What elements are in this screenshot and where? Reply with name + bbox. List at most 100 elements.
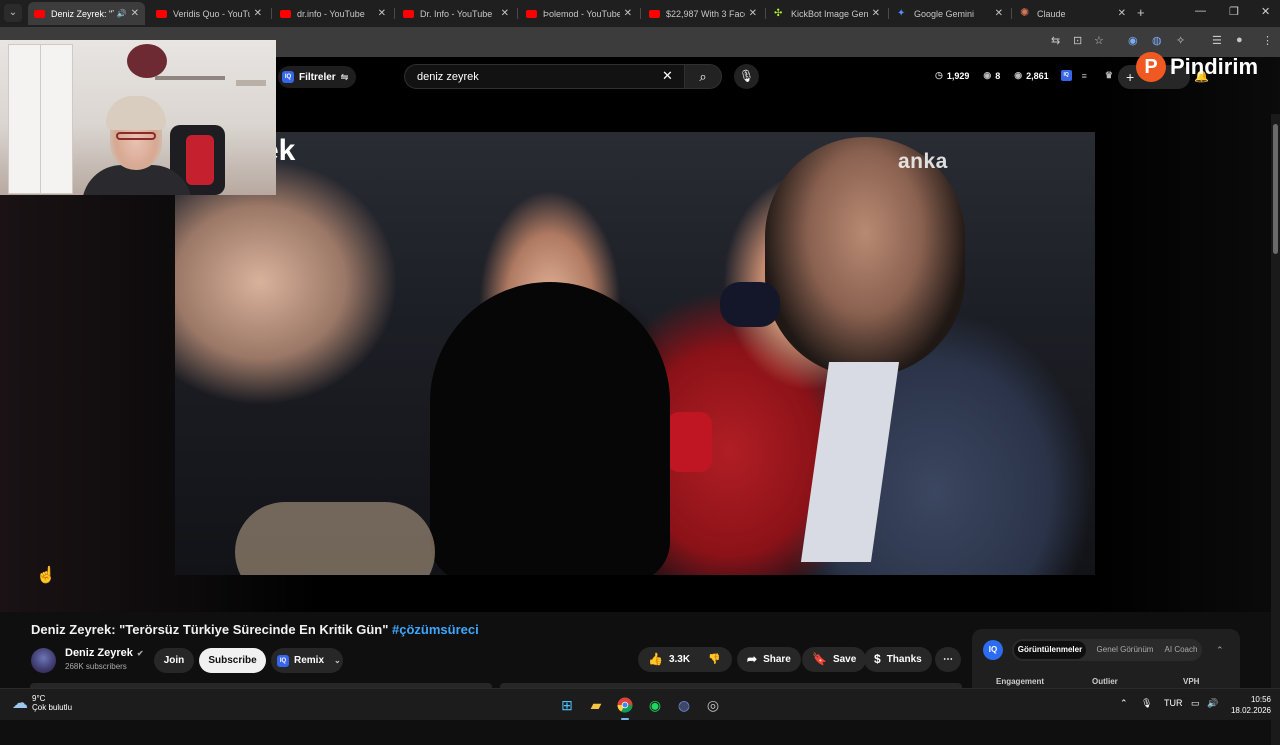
tab-kickbot[interactable]: ✣ KickBot Image Generator ✕	[768, 2, 886, 25]
thanks-button[interactable]: $ Thanks	[864, 647, 932, 672]
like-count: 3.3K	[668, 654, 691, 665]
extension-audio-icon[interactable]: ◉	[1128, 34, 1138, 47]
tab-deniz-zeyrek[interactable]: Deniz Zeyrek: "Te 🔊 ✕	[28, 2, 145, 25]
tab-separator	[1011, 8, 1012, 19]
tab-gemini[interactable]: ✦ Google Gemini ✕	[891, 2, 1009, 25]
close-tab-icon[interactable]: ✕	[378, 8, 386, 19]
iq-col-vph: VPH	[1183, 677, 1200, 686]
install-app-icon[interactable]: ⊡	[1073, 34, 1082, 47]
close-tab-icon[interactable]: ✕	[749, 8, 757, 19]
extensions-puzzle-icon[interactable]: ✧	[1176, 34, 1185, 47]
more-menu-icon[interactable]: ⋮	[1262, 34, 1273, 47]
tab-faceless[interactable]: $22,987 With 3 Faceless ✕	[643, 2, 763, 25]
file-explorer-icon[interactable]: ▰	[585, 694, 607, 716]
weather-description: Çok bulutlu	[32, 703, 73, 712]
tab-separator	[517, 8, 518, 19]
filters-button[interactable]: IQ Filtreler ⇋	[278, 66, 357, 88]
webcam-person-glasses	[116, 132, 156, 140]
microphone-icon: 🎙	[738, 69, 755, 83]
like-button[interactable]: 👍 3.3K 👎	[638, 647, 732, 672]
new-tab-button[interactable]: +	[1137, 5, 1145, 20]
discord-icon[interactable]: ◍	[673, 694, 695, 716]
extension-stats: ◷ 1,929 ◉ 8 ◉ 2,861 IQ ≡ ♛	[935, 70, 1113, 81]
stat-views: 1,929	[946, 70, 970, 81]
iq-logo: IQ	[983, 640, 1003, 660]
video-fur-hood	[235, 502, 435, 575]
trophy-icon[interactable]: ♛	[1105, 70, 1113, 81]
translate-icon[interactable]: ⇆	[1051, 34, 1060, 47]
video-foreground-head	[430, 282, 670, 575]
more-horizontal-icon: ⋯	[943, 654, 953, 665]
iq-tab-views[interactable]: Görüntülenmeler	[1014, 641, 1086, 659]
close-tab-icon[interactable]: ✕	[1118, 8, 1126, 19]
tray-overflow-icon[interactable]: ⌃	[1120, 698, 1128, 709]
volume-icon[interactable]: 🔊	[1207, 698, 1218, 709]
search-button[interactable]: ⌕	[684, 64, 722, 89]
search-icon: ⌕	[699, 69, 707, 84]
minimize-button[interactable]: —	[1195, 5, 1206, 17]
profile-avatar-icon[interactable]: ●	[1236, 34, 1243, 46]
tab-dr-info[interactable]: Dr. Info - YouTube ✕	[397, 2, 515, 25]
reading-list-icon[interactable]: ☰	[1212, 34, 1222, 47]
close-tab-icon[interactable]: ✕	[501, 8, 509, 19]
gemini-icon: ✦	[897, 8, 906, 19]
video-player[interactable]: anka	[175, 132, 1095, 575]
network-icon[interactable]: ▭	[1191, 698, 1200, 709]
close-tab-icon[interactable]: ✕	[624, 8, 632, 19]
thumbs-up-icon: 👍	[648, 652, 663, 666]
bookmark-star-icon[interactable]: ☆	[1094, 34, 1104, 47]
video-red-microphone	[667, 412, 712, 472]
close-tab-icon[interactable]: ✕	[995, 8, 1003, 19]
weather-widget[interactable]: ☁ 9°C Çok bulutlu	[12, 693, 72, 713]
thumbs-down-icon[interactable]: 👎	[708, 647, 720, 672]
iq-mini-icon[interactable]: IQ	[1060, 70, 1072, 81]
video-microphone	[720, 282, 780, 327]
page-scrollbar[interactable]	[1271, 114, 1280, 745]
tab-veridis-quo[interactable]: Veridis Quo - YouTube ✕	[150, 2, 268, 25]
voice-search-button[interactable]: 🎙	[734, 64, 759, 89]
video-hashtag[interactable]: #çözümsüreci	[392, 622, 479, 637]
clear-search-icon[interactable]: ✕	[662, 68, 673, 84]
search-input[interactable]: deniz zeyrek	[404, 64, 684, 89]
extension-circle-icon[interactable]: ◍	[1152, 34, 1162, 47]
pindirim-logo-badge: P	[1136, 52, 1166, 82]
thanks-label: Thanks	[886, 654, 922, 665]
restore-button[interactable]: ❐	[1229, 5, 1239, 18]
iq-col-engagement: Engagement	[996, 677, 1045, 686]
tab-polemod[interactable]: Þolemod - YouTube ✕	[520, 2, 638, 25]
youtube-icon	[156, 9, 167, 18]
close-window-button[interactable]: ✕	[1261, 5, 1270, 18]
eye-icon: ◉	[983, 70, 992, 80]
input-language[interactable]: TUR	[1164, 698, 1183, 708]
obs-icon[interactable]: ◎	[702, 694, 724, 716]
tray-microphone-icon[interactable]: 🎙	[1141, 698, 1152, 709]
start-windows-icon[interactable]: ⊞	[556, 694, 578, 716]
youtube-icon	[280, 9, 291, 18]
clock-icon: ◷	[935, 70, 943, 80]
youtube-icon	[34, 9, 45, 18]
save-button[interactable]: 🔖 Save	[802, 647, 867, 672]
spotify-icon[interactable]: ◉	[644, 694, 666, 716]
clock-time: 10:56	[1250, 695, 1271, 704]
iq-tab-ai-coach[interactable]: AI Coach	[1162, 641, 1200, 659]
system-clock[interactable]: 10:56 18.02.2026	[1225, 694, 1271, 716]
tab-dr-info-lower[interactable]: dr.info - YouTube ✕	[274, 2, 392, 25]
close-tab-icon[interactable]: ✕	[872, 8, 880, 19]
more-actions-button[interactable]: ⋯	[935, 647, 961, 672]
tab-claude[interactable]: ✺ Claude ✕	[1014, 2, 1132, 25]
iq-tab-bar: Görüntülenmeler Genel Görünüm AI Coach	[1012, 639, 1202, 661]
chevron-up-icon[interactable]: ⌃	[1216, 645, 1224, 656]
tab-search-button[interactable]: ⌄	[4, 4, 22, 22]
sort-icon[interactable]: ≡	[1082, 71, 1087, 81]
close-tab-icon[interactable]: ✕	[131, 8, 139, 19]
speaker-icon[interactable]: 🔊	[117, 9, 127, 18]
video-title: Deniz Zeyrek: "Terörsüz Türkiye Sürecind…	[31, 622, 479, 637]
chrome-icon[interactable]	[614, 694, 636, 720]
scroll-thumb[interactable]	[1273, 124, 1278, 254]
iq-col-outlier: Outlier	[1092, 677, 1118, 686]
thanks-icon: $	[874, 652, 881, 666]
iq-tab-overview[interactable]: Genel Görünüm	[1090, 641, 1160, 659]
share-button[interactable]: ➦ Share	[737, 647, 801, 672]
video-title-text: Deniz Zeyrek: "Terörsüz Türkiye Sürecind…	[31, 622, 389, 637]
close-tab-icon[interactable]: ✕	[254, 8, 262, 19]
